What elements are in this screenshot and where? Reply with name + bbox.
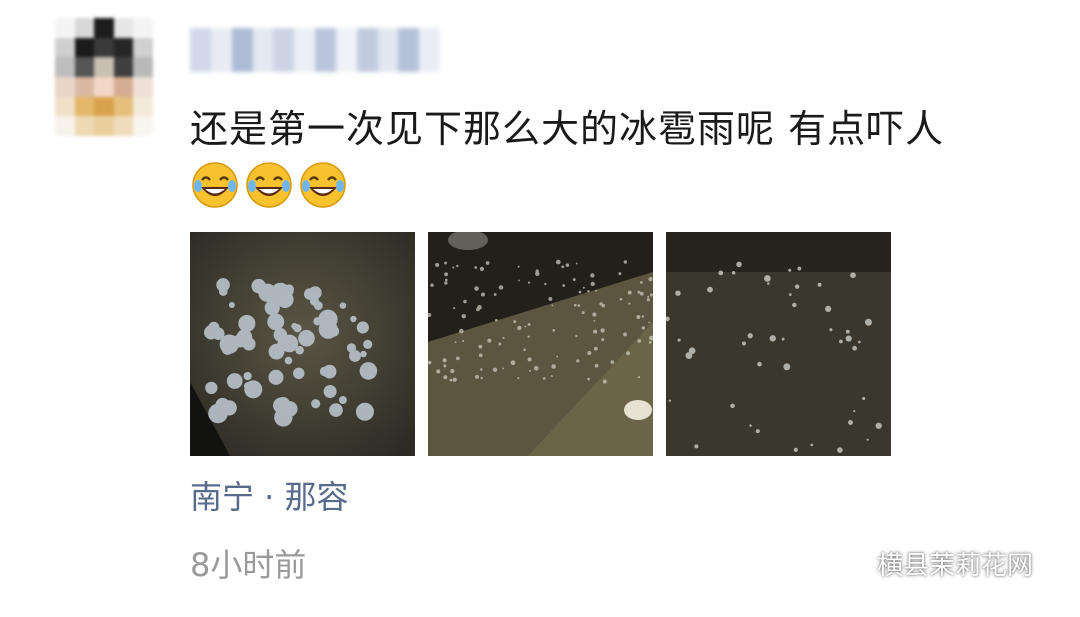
- laughing-tears-emoji-icon: [246, 162, 292, 208]
- emoji-row: [190, 162, 352, 209]
- watermark-text: 横县茉莉花网: [877, 551, 1034, 581]
- watermark: 横县茉莉花网: [835, 545, 1033, 582]
- photo-hail-scattered[interactable]: [666, 232, 891, 456]
- post-text-content: 还是第一次见下那么大的冰雹雨呢 有点吓人: [190, 107, 945, 151]
- wechat-icon: [835, 549, 869, 577]
- avatar[interactable]: [55, 18, 153, 136]
- post-time: 8小时前: [190, 546, 307, 584]
- laughing-tears-emoji-icon: [300, 162, 346, 208]
- photo-hailstones-pile[interactable]: [190, 232, 415, 456]
- location-link[interactable]: 南宁 · 那容: [190, 472, 349, 518]
- post-text: 还是第一次见下那么大的冰雹雨呢 有点吓人: [190, 100, 1030, 216]
- username-blurred[interactable]: [190, 28, 440, 72]
- photo-hail-ground[interactable]: [428, 232, 653, 456]
- photo-grid: [190, 232, 891, 456]
- laughing-tears-emoji-icon: [192, 162, 238, 208]
